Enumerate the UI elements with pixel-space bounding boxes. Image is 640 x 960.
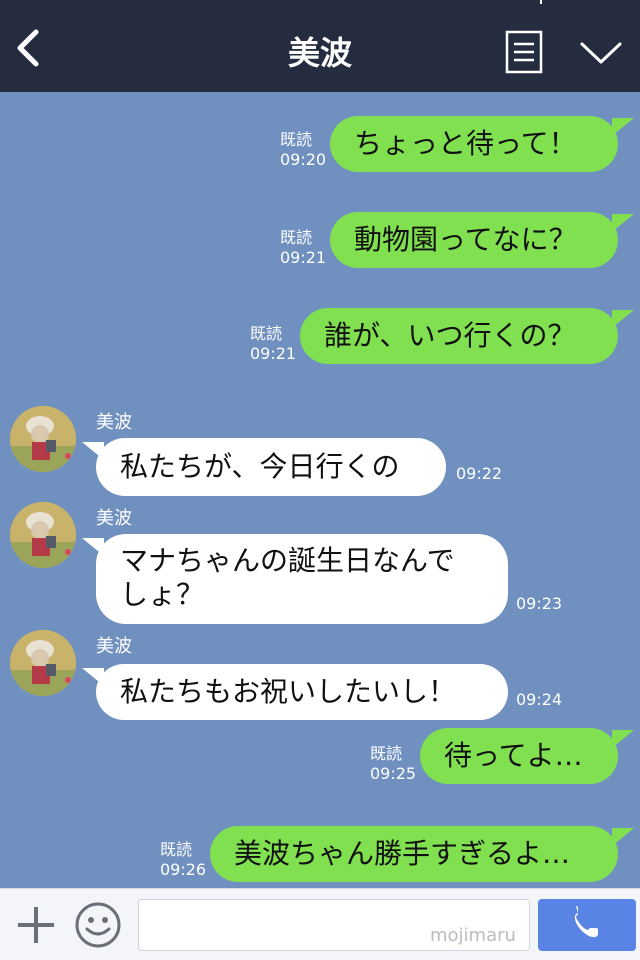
message-time: 09:25 <box>370 764 417 783</box>
message-text: ちょっと待って！ <box>354 127 577 160</box>
bubble-tail <box>82 538 104 556</box>
read-receipt: 既読 <box>280 228 313 247</box>
bubble-tail <box>82 668 104 686</box>
read-receipt: 既読 <box>250 324 283 343</box>
chevron-down-icon <box>580 42 622 64</box>
chat-header: 美波 <box>0 0 640 92</box>
outgoing-message-bubble[interactable]: ちょっと待って！ <box>330 116 618 172</box>
outgoing-message-bubble[interactable]: 美波ちゃん勝手すぎるよ… <box>210 826 618 882</box>
input-bar: mojimaru <box>0 888 640 960</box>
read-receipt: 既読 <box>160 840 193 859</box>
incoming-message-bubble[interactable]: マナちゃんの誕生日なんで しょ？ <box>96 534 508 624</box>
plus-icon <box>18 907 54 943</box>
sender-name: 美波 <box>96 636 132 657</box>
avatar[interactable] <box>10 502 76 568</box>
expand-button[interactable] <box>578 38 624 68</box>
message-meta: 既読 09:26 <box>160 840 206 880</box>
sender-name: 美波 <box>96 412 132 433</box>
incoming-message-bubble[interactable]: 私たちもお祝いしたいし！ <box>96 664 508 720</box>
message-text: 私たちもお祝いしたいし！ <box>120 675 457 708</box>
message-meta: 既読 09:20 <box>280 130 326 170</box>
outgoing-message-bubble[interactable]: 待ってよ… <box>420 728 618 784</box>
message-text-line: しょ？ <box>120 578 205 611</box>
message-text: 美波ちゃん勝手すぎるよ… <box>234 837 571 870</box>
status-bar-fragment <box>540 0 542 4</box>
message-time: 09:22 <box>456 464 503 483</box>
watermark-text: mojimaru <box>430 925 516 946</box>
sender-name: 美波 <box>96 508 132 529</box>
smiley-icon <box>75 902 121 948</box>
message-time: 09:21 <box>250 344 297 363</box>
bubble-tail <box>612 214 634 232</box>
avatar[interactable] <box>10 630 76 696</box>
message-time: 09:20 <box>280 150 327 169</box>
chat-area[interactable]: 既読 09:20 ちょっと待って！ 既読 09:21 動物園ってなに？ 既読 0… <box>0 92 640 888</box>
message-time: 09:24 <box>516 690 563 709</box>
incoming-message-bubble[interactable]: 私たちが、今日行くの <box>96 438 446 496</box>
add-button[interactable] <box>14 903 58 947</box>
message-text: 誰が、いつ行くの？ <box>324 319 576 352</box>
avatar-image <box>10 406 76 472</box>
avatar-image <box>10 630 76 696</box>
bubble-tail <box>612 730 634 748</box>
list-icon <box>505 30 543 74</box>
menu-button[interactable] <box>505 30 543 74</box>
chat-title: 美波 <box>287 34 352 72</box>
avatar[interactable] <box>10 406 76 472</box>
bubble-tail <box>612 310 634 328</box>
emoji-button[interactable] <box>74 901 122 949</box>
phone-icon <box>574 906 598 938</box>
message-meta: 既読 09:21 <box>250 324 296 364</box>
call-button[interactable] <box>538 899 636 951</box>
message-meta: 既読 09:25 <box>370 744 416 784</box>
message-text: 待ってよ… <box>444 739 583 772</box>
message-meta: 既読 09:21 <box>280 228 326 268</box>
message-time: 09:21 <box>280 248 327 267</box>
bubble-tail <box>612 828 634 846</box>
message-text: 私たちが、今日行くの <box>120 450 400 483</box>
outgoing-message-bubble[interactable]: 動物園ってなに？ <box>330 212 618 268</box>
bubble-tail <box>82 442 104 460</box>
message-text: 動物園ってなに？ <box>354 223 577 256</box>
message-text-line: マナちゃんの誕生日なんで <box>120 544 455 577</box>
bubble-tail <box>612 118 634 136</box>
avatar-image <box>10 502 76 568</box>
read-receipt: 既読 <box>280 130 313 149</box>
message-time: 09:26 <box>160 860 207 879</box>
message-time: 09:23 <box>516 594 563 613</box>
read-receipt: 既読 <box>370 744 403 763</box>
outgoing-message-bubble[interactable]: 誰が、いつ行くの？ <box>300 308 618 364</box>
